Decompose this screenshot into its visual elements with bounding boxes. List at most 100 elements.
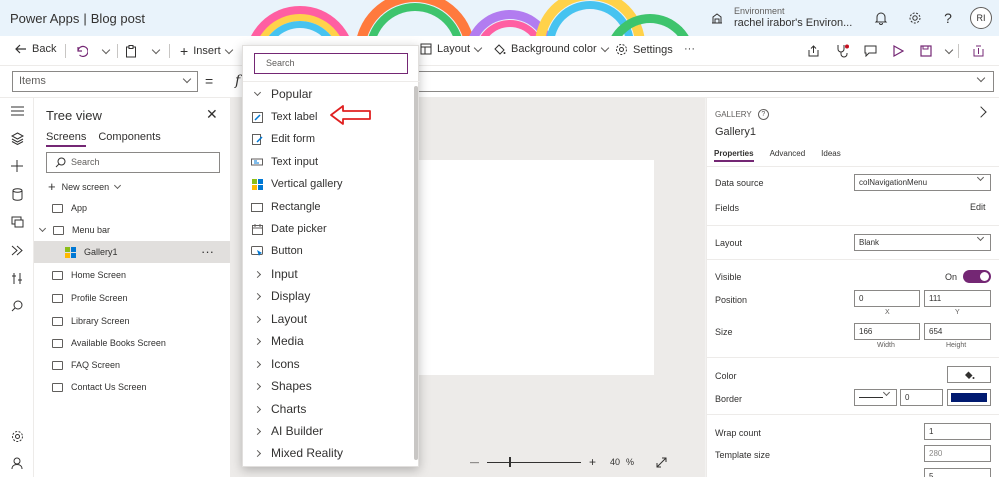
tree-item-menu-bar[interactable]: Menu bar — [34, 219, 230, 241]
menu-item-edit-form[interactable]: Edit form — [243, 128, 413, 150]
formula-input[interactable] — [418, 71, 994, 92]
save-dropdown-chevron-icon[interactable] — [941, 43, 957, 59]
category-mixed-reality[interactable]: Mixed Reality — [243, 442, 413, 464]
power-automate-icon[interactable] — [8, 241, 26, 259]
tree-search-input[interactable]: Search — [46, 152, 220, 173]
toolbar-divider — [958, 44, 959, 58]
share-icon[interactable] — [805, 43, 821, 59]
zoom-slider-thumb[interactable] — [509, 456, 511, 467]
tab-ideas[interactable]: Ideas — [821, 149, 841, 162]
user-avatar[interactable]: RI — [970, 7, 992, 29]
position-y-input[interactable]: 111 — [924, 290, 991, 307]
preview-play-icon[interactable] — [890, 43, 906, 59]
tree-view-layers-icon[interactable] — [8, 129, 26, 147]
close-icon[interactable]: ✕ — [206, 106, 218, 123]
width-input[interactable]: 166 — [854, 323, 920, 340]
scrollbar-thumb[interactable] — [414, 86, 418, 460]
category-charts[interactable]: Charts — [243, 398, 413, 420]
category-display[interactable]: Display — [243, 285, 413, 307]
tree-item-home-screen[interactable]: Home Screen — [34, 264, 230, 286]
screen-artboard[interactable] — [418, 160, 654, 375]
comments-icon[interactable] — [862, 43, 878, 59]
template-size-label: Template size — [715, 450, 771, 460]
menu-item-text-label[interactable]: Text label — [243, 106, 413, 128]
menu-item-button[interactable]: Button — [243, 240, 413, 262]
tab-properties[interactable]: Properties — [714, 149, 754, 162]
category-layout[interactable]: Layout — [243, 308, 413, 330]
insert-plus-icon[interactable] — [8, 157, 26, 175]
save-icon[interactable] — [918, 43, 934, 59]
expand-chevron-icon[interactable] — [38, 224, 47, 233]
insert-search-input[interactable]: Search — [254, 53, 408, 74]
visible-toggle[interactable] — [963, 270, 991, 283]
template-size-input[interactable]: 280 — [924, 445, 991, 462]
menu-item-text-input[interactable]: Text input — [243, 151, 413, 173]
search-icon[interactable] — [8, 297, 26, 315]
more-options-icon[interactable]: ··· — [201, 244, 214, 259]
tree-item-app[interactable]: App — [34, 197, 230, 219]
property-selector[interactable]: Items — [12, 71, 198, 92]
wrap-count-input[interactable]: 1 — [924, 423, 991, 440]
color-picker[interactable] — [947, 366, 991, 383]
expand-formula-chevron-icon[interactable] — [976, 73, 986, 83]
undo-dropdown-chevron-icon[interactable] — [98, 43, 114, 59]
tab-components[interactable]: Components — [98, 131, 160, 147]
help-icon[interactable]: ? — [757, 109, 769, 120]
collapse-panel-chevron-icon[interactable] — [975, 106, 987, 118]
zoom-slider[interactable] — [487, 456, 581, 467]
undo-icon[interactable] — [73, 43, 89, 59]
border-style-select[interactable] — [854, 388, 897, 406]
paste-clipboard-icon[interactable] — [123, 43, 139, 59]
background-color-button[interactable]: Background color — [493, 43, 609, 55]
insert-button[interactable]: + Insert — [180, 43, 233, 59]
category-shapes[interactable]: Shapes — [243, 375, 413, 397]
tree-item-library-screen[interactable]: Library Screen — [34, 310, 230, 332]
settings-gear-icon[interactable] — [8, 427, 26, 445]
tab-screens[interactable]: Screens — [46, 131, 87, 147]
virtual-agent-icon[interactable] — [8, 454, 26, 472]
tree-item-faq-screen[interactable]: FAQ Screen — [34, 354, 230, 376]
app-checker-stethoscope-icon[interactable] — [834, 43, 850, 59]
fields-edit-link[interactable]: Edit — [970, 202, 986, 212]
settings-gear-icon[interactable] — [906, 9, 924, 27]
category-media[interactable]: Media — [243, 330, 413, 352]
menu-item-date-picker[interactable]: Date picker — [243, 218, 413, 240]
media-icon[interactable] — [8, 213, 26, 231]
zoom-out-button[interactable]: — — [470, 457, 479, 467]
layout-select[interactable]: Blank — [854, 233, 991, 251]
advanced-tools-icon[interactable] — [8, 269, 26, 287]
tab-advanced[interactable]: Advanced — [770, 149, 806, 162]
tree-item-available-books-screen[interactable]: Available Books Screen — [34, 332, 230, 354]
back-button[interactable]: Back — [15, 43, 56, 55]
zoom-in-button[interactable]: + — [589, 455, 596, 469]
menu-item-rectangle[interactable]: Rectangle — [243, 196, 413, 218]
fx-icon[interactable]: f — [235, 73, 240, 89]
tree-view-tabs: Screens Components — [46, 131, 161, 147]
notifications-bell-icon[interactable] — [872, 9, 890, 27]
template-padding-input[interactable]: 5 — [924, 468, 991, 477]
tree-item-contact-us-screen[interactable]: Contact Us Screen — [34, 376, 230, 398]
data-source-select[interactable]: colNavigationMenu — [854, 173, 991, 191]
position-x-input[interactable]: 0 — [854, 290, 920, 307]
category-icons[interactable]: Icons — [243, 353, 413, 375]
category-popular[interactable]: Popular — [243, 83, 413, 105]
hamburger-menu-icon[interactable] — [8, 102, 26, 120]
border-color-picker[interactable] — [947, 389, 991, 406]
help-question-icon[interactable]: ? — [939, 9, 957, 27]
more-commands-button[interactable]: ··· — [684, 43, 695, 55]
paste-dropdown-chevron-icon[interactable] — [148, 43, 164, 59]
new-screen-button[interactable]: + New screen — [48, 179, 122, 194]
height-input[interactable]: 654 — [924, 323, 991, 340]
menu-scrollbar[interactable] — [414, 82, 418, 464]
category-input[interactable]: Input — [243, 263, 413, 285]
category-ai-builder[interactable]: AI Builder — [243, 420, 413, 442]
settings-button[interactable]: Settings — [615, 43, 673, 56]
menu-item-vertical-gallery[interactable]: Vertical gallery — [243, 173, 413, 195]
fit-to-window-icon[interactable] — [656, 457, 667, 468]
tree-item-gallery1[interactable]: Gallery1 ··· — [34, 241, 230, 263]
data-cylinder-icon[interactable] — [8, 185, 26, 203]
layout-button[interactable]: Layout — [420, 43, 483, 55]
publish-icon[interactable] — [970, 43, 986, 59]
tree-item-profile-screen[interactable]: Profile Screen — [34, 287, 230, 309]
border-width-input[interactable]: 0 — [900, 389, 943, 406]
